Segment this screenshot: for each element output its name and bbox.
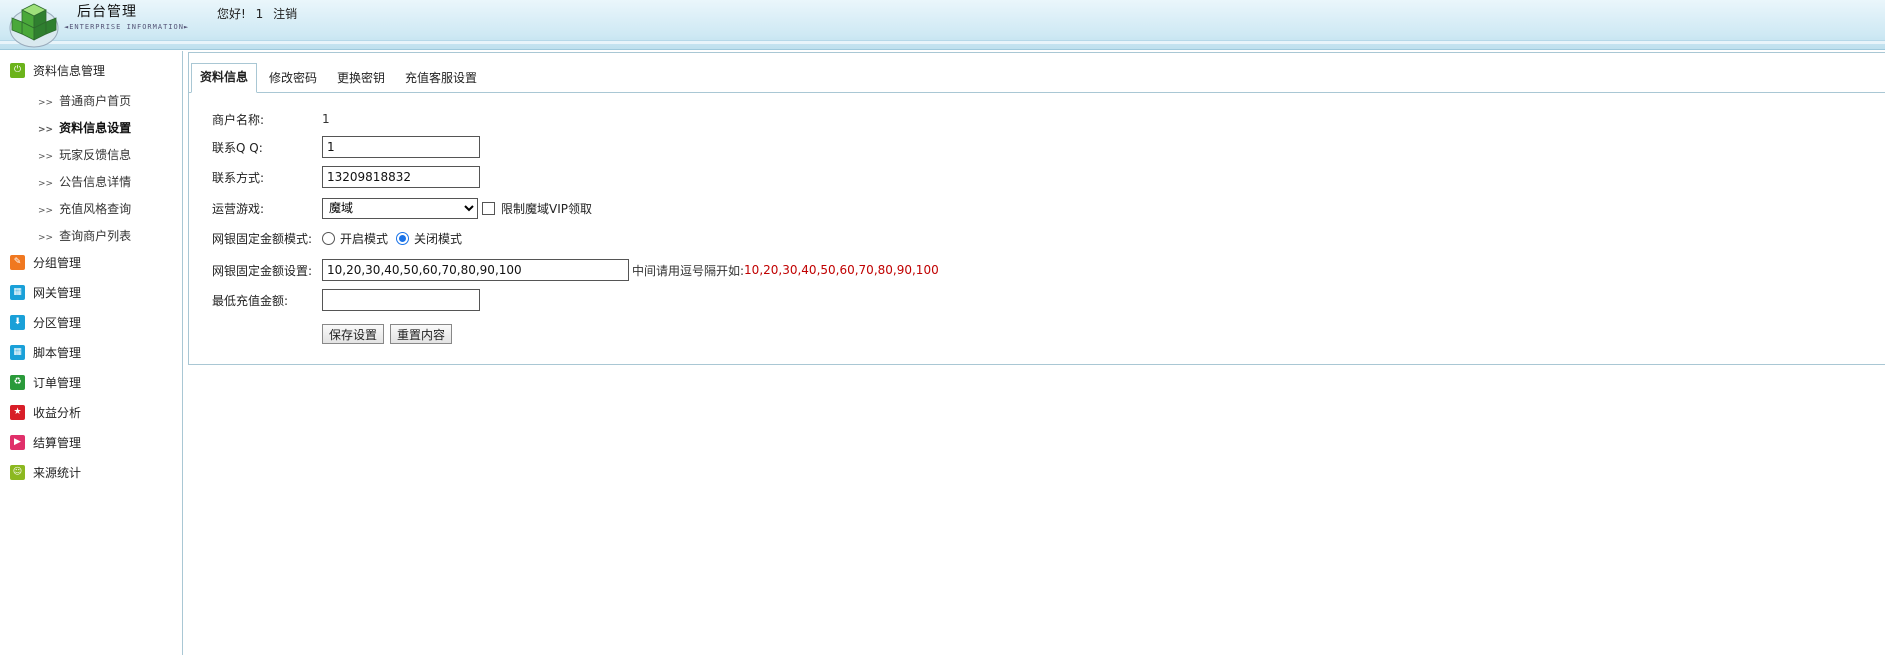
chevron-right-icon: >> [38, 125, 54, 135]
sidebar-group-label: 收益分析 [33, 406, 82, 420]
brand-title: 后台管理 [77, 4, 137, 20]
tab-recharge-service[interactable]: 充值客服设置 [397, 65, 485, 93]
tab-bar: 资料信息 修改密码 更换密钥 充值客服设置 [189, 59, 1885, 93]
header: 后台管理 ◄ENTERPRISE INFORMATION► 您好! 1 注销 [0, 0, 1885, 50]
sidebar-group-label: 结算管理 [33, 436, 82, 450]
smile-icon: ☺ [10, 465, 25, 480]
qq-input[interactable] [322, 136, 480, 158]
sidebar-group-zones[interactable]: ⬇ 分区管理 [10, 314, 81, 331]
username: 1 [255, 7, 264, 21]
sidebar-item-profile-settings[interactable]: >> 资料信息设置 [38, 119, 131, 136]
mode-off-radio[interactable] [396, 231, 410, 245]
logout-link[interactable]: 注销 [273, 7, 297, 21]
row-merchant-name: 商户名称: 1 [212, 108, 330, 130]
row-min-recharge: 最低充值金额: [212, 289, 480, 311]
greeting-text: 您好! [217, 7, 246, 21]
sidebar-item-label: 普通商户首页 [59, 94, 132, 108]
sidebar-item-player-feedback[interactable]: >> 玩家反馈信息 [38, 146, 131, 163]
power-icon: ⏻ [10, 63, 25, 78]
sidebar-item-label: 公告信息详情 [59, 175, 132, 189]
tab-profile-info[interactable]: 资料信息 [191, 63, 258, 93]
row-bank-amounts: 网银固定金额设置: 中间请用逗号隔开如: 10,20,30,40,50,60,7… [212, 259, 939, 281]
mode-on-radio[interactable] [322, 231, 335, 245]
sidebar-group-source-stats[interactable]: ☺ 来源统计 [10, 464, 81, 481]
chevron-right-icon: >> [38, 179, 54, 189]
min-recharge-label: 最低充值金额: [212, 293, 289, 308]
brand-subtitle: ◄ENTERPRISE INFORMATION► [64, 23, 190, 31]
game-select[interactable]: 魔域 [322, 197, 478, 219]
min-recharge-input[interactable] [322, 289, 480, 311]
sidebar-group-label: 分区管理 [33, 316, 82, 330]
row-qq: 联系Q Q: [212, 136, 480, 158]
sidebar-group-label: 资料信息管理 [33, 64, 106, 78]
qq-label: 联系Q Q: [212, 140, 263, 155]
sidebar-item-merchant-home[interactable]: >> 普通商户首页 [38, 92, 131, 109]
chevron-right-icon: >> [38, 98, 54, 108]
sidebar-group-revenue[interactable]: ★ 收益分析 [10, 404, 81, 421]
sidebar-group-groups[interactable]: ✎ 分组管理 [10, 254, 81, 271]
sidebar-item-merchant-list[interactable]: >> 查询商户列表 [38, 227, 131, 244]
greeting: 您好! 1 注销 [217, 5, 303, 22]
sidebar-group-label: 订单管理 [33, 376, 82, 390]
merchant-name-value: 1 [322, 112, 330, 126]
tab-change-key[interactable]: 更换密钥 [329, 65, 393, 93]
download-icon: ⬇ [10, 315, 25, 330]
sidebar-group-profile[interactable]: ⏻ 资料信息管理 [10, 62, 105, 79]
sidebar-group-label: 网关管理 [33, 286, 82, 300]
play-icon: ▶ [10, 435, 25, 450]
recycle-icon: ♻ [10, 375, 25, 390]
row-contact: 联系方式: [212, 166, 480, 188]
sidebar-group-gateway[interactable]: ▦ 网关管理 [10, 284, 81, 301]
contact-input[interactable] [322, 166, 480, 188]
sidebar-item-label: 查询商户列表 [59, 229, 132, 243]
content-panel: 资料信息 修改密码 更换密钥 充值客服设置 商户名称: 1 联系Q Q: 联系方… [188, 52, 1885, 365]
tab-change-password[interactable]: 修改密码 [261, 65, 325, 93]
chevron-right-icon: >> [38, 206, 54, 216]
contact-label: 联系方式: [212, 170, 265, 185]
amounts-example: 10,20,30,40,50,60,70,80,90,100 [744, 263, 939, 277]
sidebar-group-label: 来源统计 [33, 466, 82, 480]
save-button[interactable]: 保存设置 [322, 324, 385, 344]
bank-amounts-label: 网银固定金额设置: [212, 263, 313, 278]
sidebar-item-label: 充值风格查询 [59, 202, 132, 216]
reset-button[interactable]: 重置内容 [390, 324, 453, 344]
sidebar: ⏻ 资料信息管理 >> 普通商户首页 >> 资料信息设置 >> 玩家反馈信息 >> 公告… [0, 51, 183, 655]
bank-mode-label: 网银固定金额模式: [212, 231, 313, 246]
sidebar-item-recharge-style[interactable]: >> 充值风格查询 [38, 200, 131, 217]
game-label: 运营游戏: [212, 201, 265, 216]
sidebar-group-settlement[interactable]: ▶ 结算管理 [10, 434, 81, 451]
sidebar-group-label: 分组管理 [33, 256, 82, 270]
amounts-hint: 中间请用逗号隔开如: [632, 263, 745, 278]
grid-icon: ▦ [10, 345, 25, 360]
pencil-icon: ✎ [10, 255, 25, 270]
cube-logo-icon [9, 3, 59, 48]
sidebar-item-label: 资料信息设置 [59, 121, 132, 135]
merchant-name-label: 商户名称: [212, 112, 265, 127]
mode-off-label: 关闭模式 [414, 231, 463, 246]
star-icon: ★ [10, 405, 25, 420]
sidebar-group-scripts[interactable]: ▦ 脚本管理 [10, 344, 81, 361]
header-stripe [0, 40, 1885, 44]
chevron-right-icon: >> [38, 233, 54, 243]
sidebar-group-label: 脚本管理 [33, 346, 82, 360]
vip-limit-label: 限制魔域VIP领取 [501, 201, 592, 216]
row-game: 运营游戏: 魔域 限制魔域VIP领取 [212, 197, 592, 219]
chevron-right-icon: >> [38, 152, 54, 162]
bank-amounts-input[interactable] [322, 259, 629, 281]
sidebar-group-orders[interactable]: ♻ 订单管理 [10, 374, 81, 391]
mode-on-label: 开启模式 [340, 231, 389, 246]
sidebar-item-label: 玩家反馈信息 [59, 148, 132, 162]
sidebar-item-announcements[interactable]: >> 公告信息详情 [38, 173, 131, 190]
vip-limit-checkbox[interactable] [482, 201, 495, 215]
row-bank-mode: 网银固定金额模式: 开启模式 关闭模式 [212, 227, 462, 249]
row-actions: 保存设置 重置内容 [212, 323, 458, 345]
grid-icon: ▦ [10, 285, 25, 300]
